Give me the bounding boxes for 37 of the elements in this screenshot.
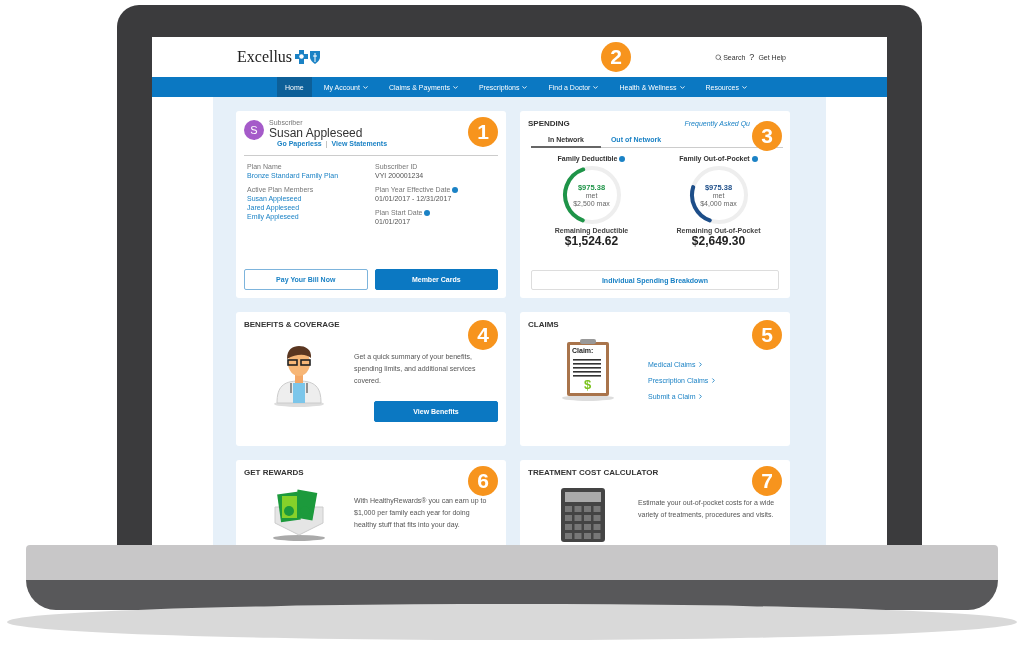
subscriber-name: Susan Appleseed (269, 126, 363, 140)
card-title: TREATMENT COST CALCULATOR (528, 468, 659, 477)
step-number-badge: 2 (601, 42, 631, 72)
step-number-badge: 3 (752, 121, 782, 151)
remaining-amount: $1,524.62 (564, 234, 619, 248)
help-mark: ? (749, 52, 755, 62)
chevron-down-icon (678, 83, 686, 91)
progress-ring (561, 165, 622, 225)
step-number-badge: 1 (468, 117, 498, 147)
cross-and-shield-logo-icon (295, 50, 322, 64)
card-title: GET REWARDS (244, 468, 304, 477)
progress-ring (688, 165, 749, 225)
chevron-right-icon (710, 377, 718, 384)
step-number-badge: 7 (752, 466, 782, 496)
card-title: CLAIMS (528, 320, 559, 329)
avatar: S (244, 119, 264, 140)
card-title: SPENDING (528, 119, 570, 128)
step-number-badge: 6 (468, 466, 498, 496)
chevron-down-icon (361, 83, 369, 91)
step-number-badge: 4 (468, 320, 498, 350)
search-icon (715, 53, 723, 61)
chevron-right-icon (697, 393, 705, 400)
card-title: BENEFITS & COVERAGE (244, 320, 340, 329)
chevron-down-icon (521, 83, 529, 91)
calculator-illustration (560, 487, 606, 543)
chevron-right-icon (697, 361, 705, 368)
info-icon[interactable] (751, 155, 758, 162)
chevron-down-icon (451, 83, 459, 91)
cash-envelope-illustration (271, 487, 327, 541)
chevron-down-icon (741, 83, 748, 91)
step-number-badge: 5 (752, 320, 782, 350)
info-icon[interactable] (452, 186, 459, 193)
chevron-down-icon (592, 83, 600, 91)
logo-text: Excellus (237, 48, 293, 66)
remaining-amount: $2,649.30 (691, 234, 746, 248)
info-icon[interactable] (619, 155, 626, 162)
info-icon[interactable] (424, 209, 431, 216)
